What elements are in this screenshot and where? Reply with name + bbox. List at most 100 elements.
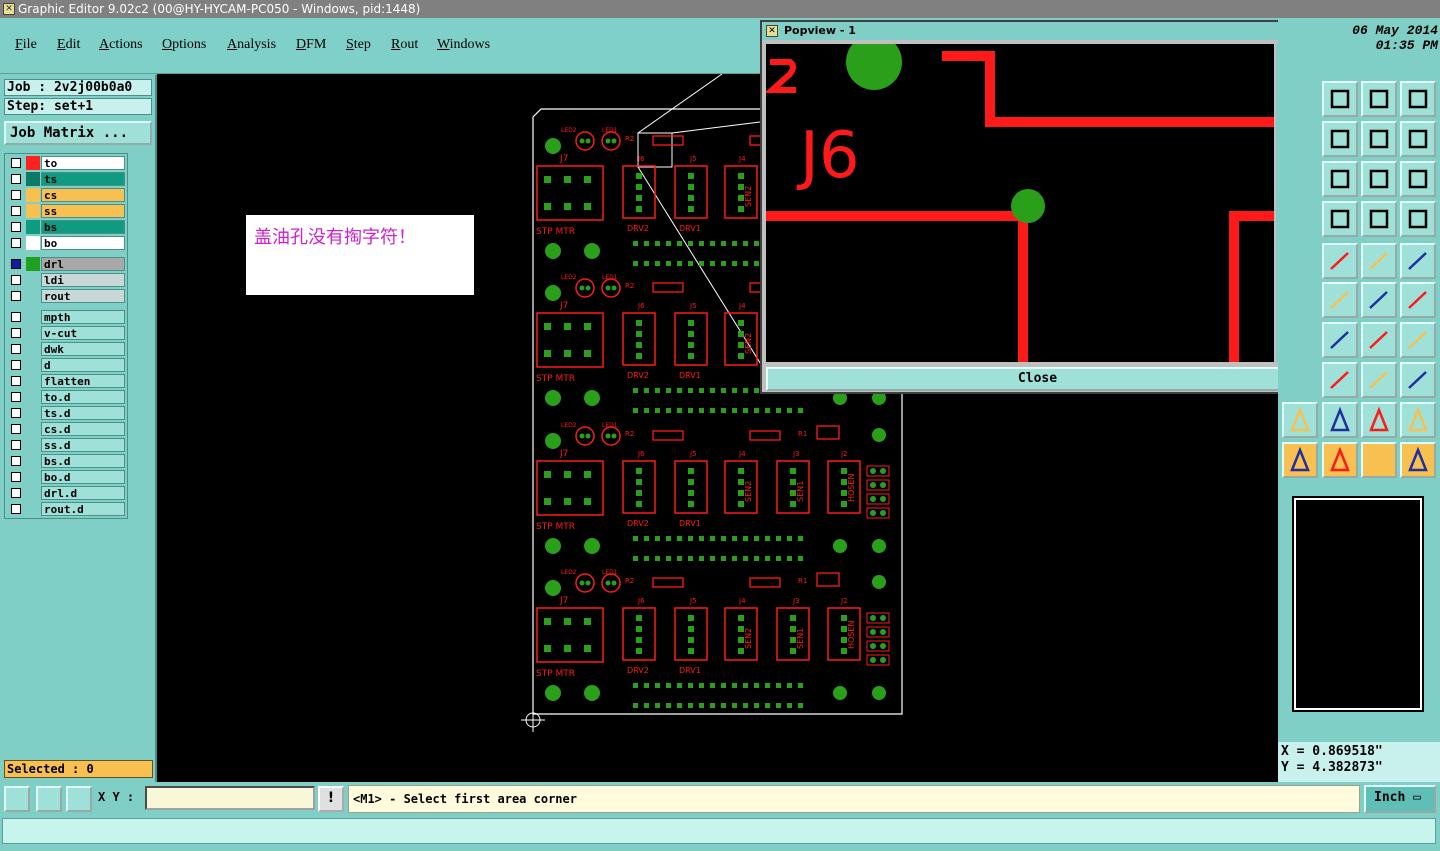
xy-input[interactable] xyxy=(145,786,315,810)
menu-options[interactable]: Options xyxy=(162,37,206,53)
cross-pad-button[interactable] xyxy=(1322,282,1358,318)
layer-checkbox[interactable] xyxy=(11,206,21,216)
layer-color-swatch[interactable] xyxy=(26,188,40,202)
fit-screen-button[interactable] xyxy=(1322,161,1358,197)
layer-checkbox[interactable] xyxy=(11,408,21,418)
layer-checkbox[interactable] xyxy=(11,238,21,248)
layer-name[interactable]: to.d xyxy=(41,390,125,404)
layer-row-rout[interactable]: rout xyxy=(7,289,125,303)
layer-row-ts[interactable]: ts xyxy=(7,172,125,186)
menu-windows[interactable]: Windows xyxy=(437,37,490,53)
layer-checkbox[interactable] xyxy=(11,174,21,184)
layer-name[interactable]: d xyxy=(41,358,125,372)
line-color-button[interactable] xyxy=(1322,243,1358,279)
layer-row-drl-d[interactable]: drl.d xyxy=(7,486,125,500)
layer-row-bo-d[interactable]: bo.d xyxy=(7,470,125,484)
layer-stack-button[interactable] xyxy=(1361,201,1397,237)
units-select[interactable]: Inch ▭ xyxy=(1364,785,1436,813)
layer-name[interactable]: rout.d xyxy=(41,502,125,516)
layer-checkbox[interactable] xyxy=(11,259,21,269)
layer-checkbox[interactable] xyxy=(11,360,21,370)
layer-name[interactable]: mpth xyxy=(41,310,125,324)
layer-checkbox[interactable] xyxy=(11,424,21,434)
layer-row-bs-d[interactable]: bs.d xyxy=(7,454,125,468)
layer-checkbox[interactable] xyxy=(11,344,21,354)
layer-name[interactable]: drl.d xyxy=(41,486,125,500)
ruler-button[interactable] xyxy=(1361,243,1397,279)
layer-checkbox[interactable] xyxy=(11,488,21,498)
menu-dfm[interactable]: DFM xyxy=(296,37,326,53)
trace-hline-button[interactable] xyxy=(1322,362,1358,398)
pointer-button[interactable] xyxy=(1282,442,1318,478)
popview-title-bar[interactable]: ✕ Popview - 1 ✕ xyxy=(762,22,1311,40)
layer-color-swatch[interactable] xyxy=(26,220,40,234)
pointer-box-button[interactable] xyxy=(1322,442,1358,478)
grid-snap-button[interactable] xyxy=(66,786,92,812)
draw-line-button[interactable] xyxy=(1322,322,1358,358)
layer-checkbox[interactable] xyxy=(11,190,21,200)
layer-checkbox[interactable] xyxy=(11,291,21,301)
layer-checkbox[interactable] xyxy=(11,472,21,482)
export-button[interactable] xyxy=(1322,121,1358,157)
layer-name[interactable]: bs xyxy=(41,220,125,234)
layer-row-to-d[interactable]: to.d xyxy=(7,390,125,404)
snap-pad-button[interactable] xyxy=(1400,282,1436,318)
layer-row-cs-d[interactable]: cs.d xyxy=(7,422,125,436)
layer-name[interactable]: bs.d xyxy=(41,454,125,468)
alert-button[interactable]: ! xyxy=(318,786,344,812)
menu-analysis[interactable]: Analysis xyxy=(227,37,276,53)
measure-box-button[interactable] xyxy=(1361,362,1397,398)
layer-row-rout-d[interactable]: rout.d xyxy=(7,502,125,516)
layer-color-swatch[interactable] xyxy=(26,156,40,170)
layer-name[interactable]: bo.d xyxy=(41,470,125,484)
layer-row-ss[interactable]: ss xyxy=(7,204,125,218)
layer-row-flatten[interactable]: flatten xyxy=(7,374,125,388)
overview-map[interactable] xyxy=(1292,496,1424,712)
layer-name[interactable]: flatten xyxy=(41,374,125,388)
menu-actions[interactable]: Actions xyxy=(99,37,143,53)
layer-name[interactable]: ss xyxy=(41,204,125,218)
measure-button[interactable] xyxy=(36,786,62,812)
menu-step[interactable]: Step xyxy=(346,37,371,53)
menu-file[interactable]: File xyxy=(15,37,37,53)
popview-close-button[interactable]: Close xyxy=(766,367,1309,391)
layer-checkbox[interactable] xyxy=(11,376,21,386)
layer-checkbox[interactable] xyxy=(11,222,21,232)
layer-row-ts-d[interactable]: ts.d xyxy=(7,406,125,420)
layer-name[interactable]: ldi xyxy=(41,273,125,287)
layer-checkbox[interactable] xyxy=(11,312,21,322)
layer-checkbox[interactable] xyxy=(11,440,21,450)
layer-name[interactable]: rout xyxy=(41,289,125,303)
layer-color-swatch[interactable] xyxy=(26,172,40,186)
zoom-area-button[interactable] xyxy=(4,786,30,812)
layer-name[interactable]: cs.d xyxy=(41,422,125,436)
layer-row-ss-d[interactable]: ss.d xyxy=(7,438,125,452)
triangle-move-button[interactable] xyxy=(1322,402,1358,438)
redo-button[interactable] xyxy=(1400,121,1436,157)
popview-canvas[interactable]: J6 xyxy=(766,44,1274,362)
layer-row-dwk[interactable]: dwk xyxy=(7,342,125,356)
grid-button[interactable] xyxy=(1322,201,1358,237)
layer-name[interactable]: cs xyxy=(41,188,125,202)
triangle-edit-button[interactable] xyxy=(1361,402,1397,438)
netlist-button[interactable] xyxy=(1400,362,1436,398)
layer-checkbox[interactable] xyxy=(11,328,21,338)
layer-row-v-cut[interactable]: v-cut xyxy=(7,326,125,340)
undo-button[interactable] xyxy=(1361,121,1397,157)
help-button[interactable] xyxy=(1400,161,1436,197)
layer-name[interactable]: drl xyxy=(41,257,125,271)
layer-row-ldi[interactable]: ldi xyxy=(7,273,125,287)
layer-name[interactable]: ts xyxy=(41,172,125,186)
layer-color-swatch[interactable] xyxy=(26,289,40,303)
menu-edit[interactable]: Edit xyxy=(57,37,80,53)
triangle-draw-button[interactable] xyxy=(1400,402,1436,438)
home-button[interactable] xyxy=(1361,81,1397,117)
layer-name[interactable]: ts.d xyxy=(41,406,125,420)
layer-row-to[interactable]: to xyxy=(7,156,125,170)
layer-checkbox[interactable] xyxy=(11,158,21,168)
layer-checkbox[interactable] xyxy=(11,504,21,514)
layer-name[interactable]: bo xyxy=(41,236,125,250)
layer-name[interactable]: to xyxy=(41,156,125,170)
layer-compare-button[interactable] xyxy=(1400,201,1436,237)
layer-row-drl[interactable]: drl xyxy=(7,257,125,271)
